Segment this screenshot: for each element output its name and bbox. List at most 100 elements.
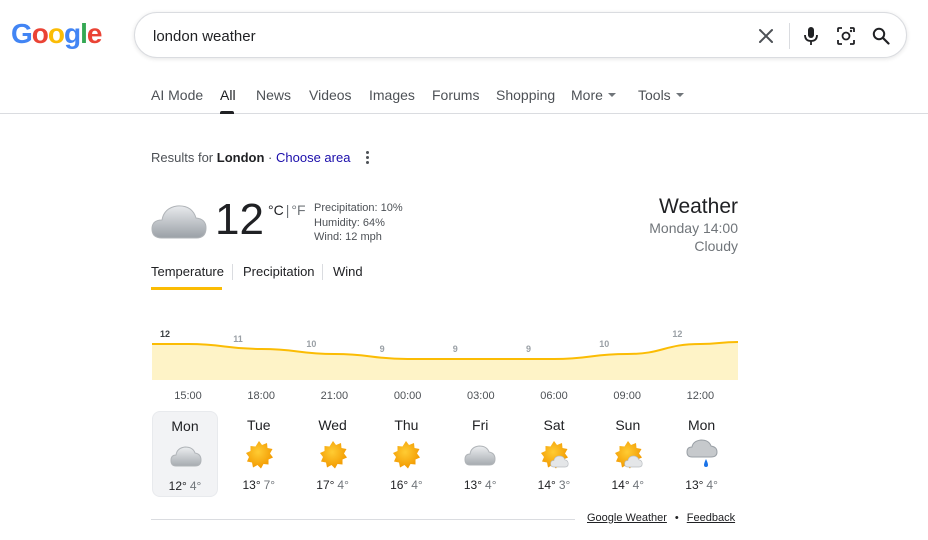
day-high: 12° [168,479,187,493]
partly-cloudy-icon [538,439,570,471]
day-low: 4° [411,478,423,492]
footer-divider [151,519,575,520]
day-low: 4° [189,479,202,493]
tab-all-underline [220,111,234,114]
day-name: Mon [171,418,199,434]
tab-ai-mode[interactable]: AI Mode [151,87,203,103]
unit-celsius[interactable]: °C [268,202,284,218]
day-high: 13° [242,478,261,492]
search-divider [789,23,790,49]
search-box[interactable] [134,12,907,58]
search-tabs: AI Mode All News Videos Images Forums Sh… [0,84,928,114]
time-label: 03:00 [467,390,495,402]
cloud-icon [150,200,208,247]
choose-area-link[interactable]: Choose area [276,150,350,165]
search-input[interactable] [153,25,713,47]
time-label: 21:00 [320,390,349,402]
time-label: 15:00 [174,390,202,402]
tab-more[interactable]: More [571,87,616,103]
chevron-down-icon [607,93,616,98]
unit-fahrenheit[interactable]: °F [291,202,305,218]
time-label: 00:00 [393,390,422,402]
weather-day-time: Monday 14:00 [649,220,738,236]
day-temperatures: 14° 4° [595,478,661,492]
temperature-chart: 12 11 10 9 9 9 10 12 [152,329,738,380]
google-logo[interactable]: Google [11,18,103,50]
temperature-data-label: 9 [526,344,531,354]
unit-toggle: °C | °F [268,202,306,218]
tab-forums[interactable]: Forums [432,87,479,103]
tab-shopping[interactable]: Shopping [496,87,555,103]
temperature-data-label: 9 [453,344,458,354]
results-separator: · [268,150,273,165]
subtab-wind[interactable]: Wind [333,264,363,279]
day-name: Sun [615,417,641,433]
day-name: Mon [687,417,716,433]
tab-videos[interactable]: Videos [309,87,352,103]
unit-separator: | [285,202,290,218]
google-weather-link[interactable]: Google Weather [587,512,667,524]
current-temperature: 12 [215,195,264,244]
subtab-divider [322,264,323,280]
tab-more-label: More [571,87,603,103]
logo-letter: g [64,18,81,49]
day-low: 4° [337,478,349,492]
weather-footer: Google Weather • Feedback [587,512,735,524]
forecast-day[interactable]: Sat 14° 3° [521,411,587,497]
subtab-divider [232,264,233,280]
subtab-precipitation[interactable]: Precipitation [243,264,315,279]
forecast-day[interactable]: Tue 13° 7° [226,411,292,497]
results-prefix: Results for [151,150,214,165]
clear-icon[interactable] [755,25,777,47]
day-temperatures: 12° 4° [153,479,217,493]
temperature-data-label: 12 [160,329,170,339]
temperature-data-label: 11 [233,334,243,344]
day-temperatures: 17° 4° [300,478,366,492]
logo-letter: o [47,18,65,49]
forecast-day[interactable]: Wed 17° 4° [300,411,366,497]
forecast-day[interactable]: Mon 13° 4° [669,411,735,497]
microphone-icon[interactable] [800,25,822,47]
day-temperatures: 13° 7° [226,478,292,492]
tab-tools[interactable]: Tools [638,87,684,103]
lens-camera-icon[interactable] [835,25,857,47]
temperature-data-label: 10 [306,339,316,349]
forecast-day[interactable]: Mon 12° 4° [152,411,218,497]
precipitation-text: Precipitation: 10% [314,202,403,214]
time-label: 06:00 [540,390,568,402]
forecast-day[interactable]: Thu 16° 4° [373,411,439,497]
day-name: Sat [543,417,565,433]
sun-icon [317,439,349,471]
day-high: 13° [463,478,483,492]
forecast-day[interactable]: Fri 13° 4° [447,411,513,497]
temperature-data-label: 10 [599,339,609,349]
day-temperatures: 14° 3° [521,478,587,492]
time-label: 12:00 [686,390,715,402]
logo-letter: e [86,18,103,49]
day-high: 13° [685,478,704,492]
day-high: 16° [390,478,409,492]
day-high: 17° [316,478,335,492]
day-low: 4° [706,478,718,492]
sun-icon [390,439,422,471]
cloud-icon [170,440,202,472]
time-label: 09:00 [613,390,641,402]
tab-news[interactable]: News [256,87,291,103]
tab-all[interactable]: All [220,87,236,103]
day-low: 7° [263,478,276,492]
forecast-day[interactable]: Sun 14° 4° [595,411,661,497]
feedback-link[interactable]: Feedback [687,512,735,524]
subtab-temperature[interactable]: Temperature [151,264,224,279]
more-options-icon[interactable] [362,150,372,166]
rain-icon [686,439,718,471]
day-name: Thu [394,417,419,433]
day-temperatures: 16° 4° [373,478,439,492]
tab-images[interactable]: Images [369,87,415,103]
partly-cloudy-icon [612,439,644,471]
day-temperatures: 13° 4° [669,478,735,492]
results-location: London [216,150,265,165]
day-low: 3° [558,478,571,492]
results-for-line: Results for London · Choose area [151,150,350,165]
sun-icon [243,439,275,471]
search-icon[interactable] [870,25,892,47]
